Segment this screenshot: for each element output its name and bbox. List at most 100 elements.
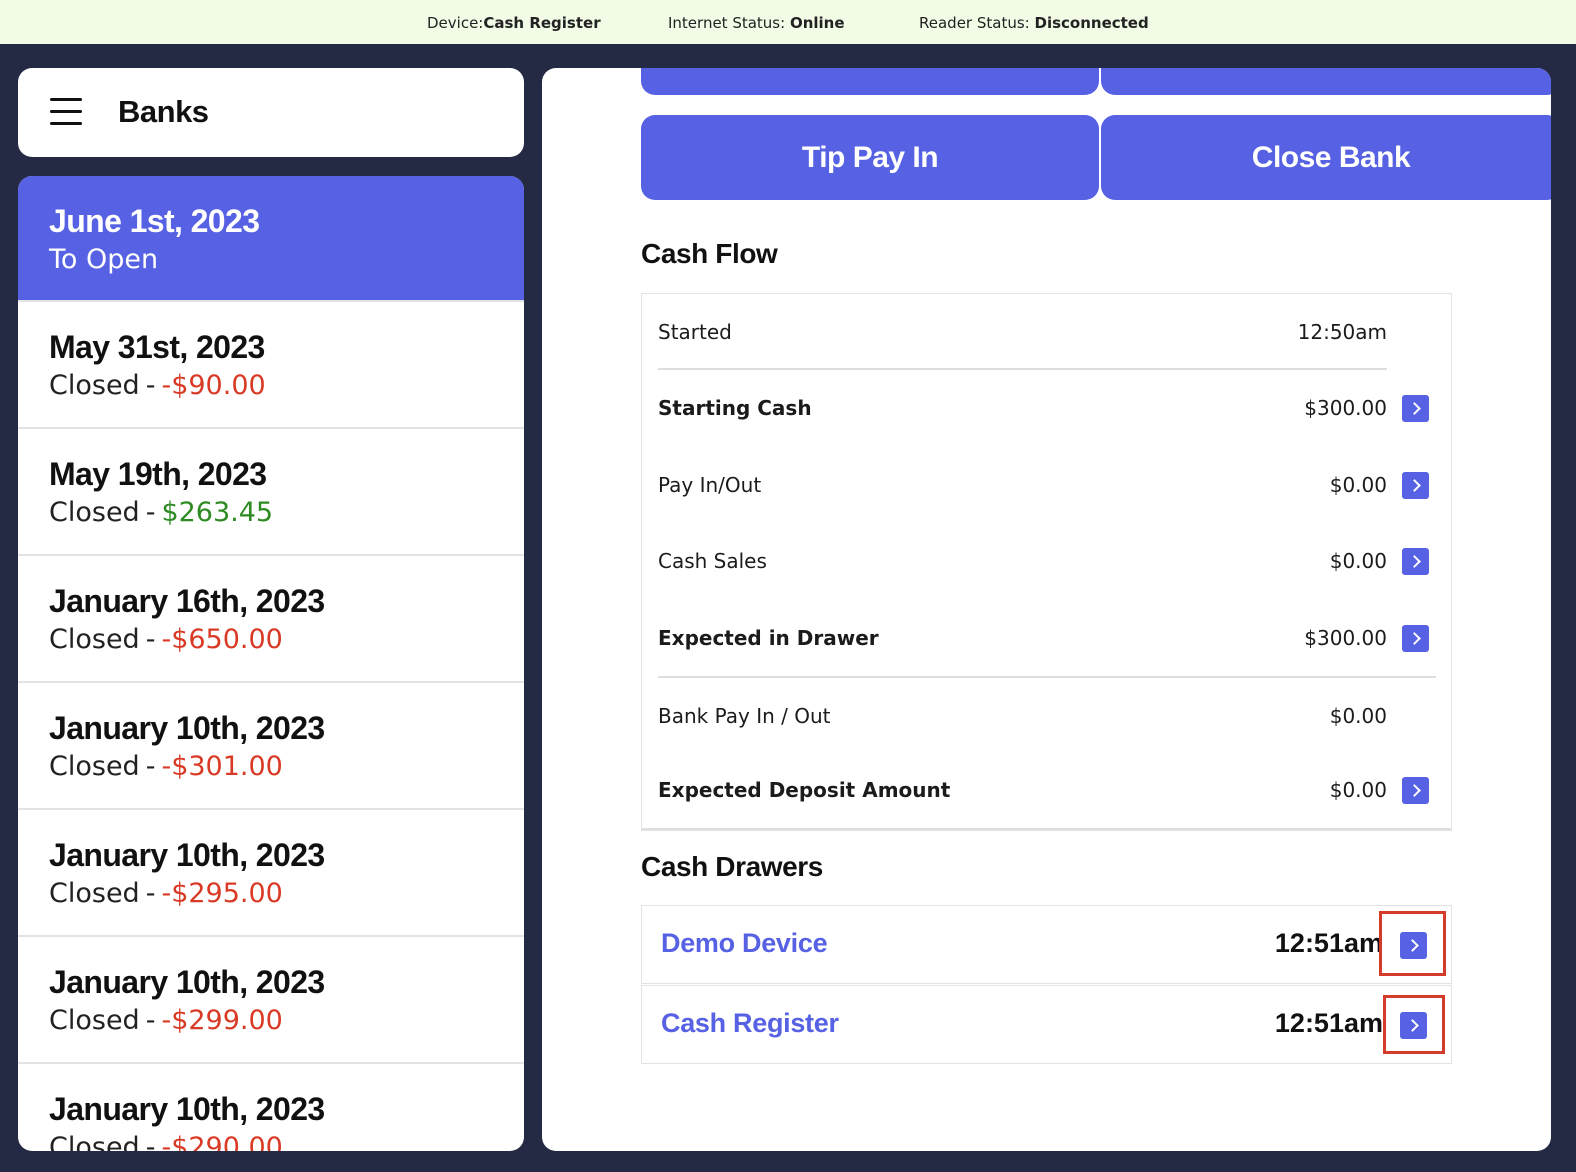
bank-status-separator: - <box>145 878 156 909</box>
bank-list-item[interactable]: January 10th, 2023 Closed - -$299.00 <box>18 937 524 1064</box>
bank-date: June 1st, 2023 <box>49 203 260 239</box>
device-status: Device:Cash Register <box>427 14 601 32</box>
bank-amount: $263.45 <box>161 497 274 528</box>
bank-status: Closed - -$299.00 <box>49 1001 524 1041</box>
bank-list-item[interactable]: January 10th, 2023 Closed - -$295.00 <box>18 810 524 937</box>
internet-status: Internet Status: Online <box>668 14 845 32</box>
bank-date: May 31st, 2023 <box>49 329 265 365</box>
cash-drawer-row-demo-device[interactable]: Demo Device 12:51am <box>641 905 1452 984</box>
cash-flow-value: $0.00 <box>1329 704 1387 728</box>
cash-drawers-title: Cash Drawers <box>641 851 823 882</box>
divider <box>658 368 1387 370</box>
page-title: Banks <box>118 94 209 129</box>
bank-status: Closed - -$650.00 <box>49 620 524 660</box>
bank-status-text: Closed <box>49 624 140 655</box>
banks-list: June 1st, 2023 To Open May 31st, 2023 Cl… <box>18 176 524 1151</box>
scrolled-action-button[interactable] <box>1101 68 1551 95</box>
bank-status-separator: - <box>145 370 156 401</box>
bank-date: January 10th, 2023 <box>49 710 325 746</box>
bank-amount: -$290.00 <box>161 1132 283 1151</box>
highlight-box <box>1383 995 1445 1054</box>
bank-amount: -$299.00 <box>161 1005 283 1036</box>
bank-date: January 10th, 2023 <box>49 1091 325 1127</box>
cash-flow-title: Cash Flow <box>641 238 778 269</box>
reader-status: Reader Status: Disconnected <box>919 14 1149 32</box>
bank-list-item[interactable]: January 16th, 2023 Closed - -$650.00 <box>18 556 524 683</box>
bank-date: January 10th, 2023 <box>49 837 325 873</box>
status-bar: Device:Cash Register Internet Status: On… <box>0 0 1576 44</box>
cash-flow-label: Started <box>658 320 732 344</box>
chevron-right-icon[interactable] <box>1402 395 1429 422</box>
reader-status-label: Reader Status: <box>919 14 1030 32</box>
bank-list-item[interactable]: May 31st, 2023 Closed - -$90.00 <box>18 302 524 429</box>
cash-flow-label: Bank Pay In / Out <box>658 704 831 728</box>
chevron-right-icon[interactable] <box>1402 777 1429 804</box>
bank-date: January 16th, 2023 <box>49 583 325 619</box>
cash-flow-row-bank-pay-in-out: Bank Pay In / Out $0.00 <box>658 696 1438 736</box>
divider <box>658 676 1436 678</box>
bank-status-separator: - <box>145 1005 156 1036</box>
bank-list-item[interactable]: January 10th, 2023 Closed - -$290.00 <box>18 1064 524 1151</box>
bank-status-separator: - <box>145 751 156 782</box>
bank-amount: -$650.00 <box>161 624 283 655</box>
bank-status-separator: - <box>145 624 156 655</box>
cash-flow-row-started: Started 12:50am <box>658 312 1438 352</box>
bank-status: Closed - -$295.00 <box>49 874 524 914</box>
cash-flow-label: Starting Cash <box>658 396 812 420</box>
bank-amount: -$90.00 <box>161 370 266 401</box>
bank-amount: -$295.00 <box>161 878 283 909</box>
cash-flow-row-expected-in-drawer[interactable]: Expected in Drawer $300.00 <box>658 618 1438 658</box>
bank-amount: -$301.00 <box>161 751 283 782</box>
tip-pay-in-button[interactable]: Tip Pay In <box>641 115 1099 200</box>
cash-flow-value: $0.00 <box>1329 473 1387 497</box>
hamburger-menu-icon[interactable] <box>50 98 82 126</box>
bank-status-text: Closed <box>49 370 140 401</box>
cash-flow-row-starting-cash[interactable]: Starting Cash $300.00 <box>658 388 1438 428</box>
cash-flow-label: Expected Deposit Amount <box>658 778 951 802</box>
cash-flow-row-expected-deposit[interactable]: Expected Deposit Amount $0.00 <box>658 770 1438 810</box>
cash-drawer-row-cash-register[interactable]: Cash Register 12:51am <box>641 985 1452 1064</box>
bank-list-item-selected[interactable]: June 1st, 2023 To Open <box>18 176 524 302</box>
cash-flow-value: 12:50am <box>1297 320 1387 344</box>
bank-list-item[interactable]: May 19th, 2023 Closed - $263.45 <box>18 429 524 556</box>
banks-header: Banks <box>18 68 524 157</box>
cash-flow-row-cash-sales[interactable]: Cash Sales $0.00 <box>658 541 1438 581</box>
internet-status-value: Online <box>789 14 845 32</box>
bank-list-item[interactable]: January 10th, 2023 Closed - -$301.00 <box>18 683 524 810</box>
device-status-label: Device: <box>427 14 484 32</box>
reader-status-value: Disconnected <box>1034 14 1149 32</box>
cash-drawer-time: 12:51am <box>1274 1008 1383 1038</box>
cash-flow-value: $0.00 <box>1329 549 1387 573</box>
bank-date: May 19th, 2023 <box>49 456 267 492</box>
bank-status: Closed - -$90.00 <box>49 366 524 406</box>
chevron-right-icon[interactable] <box>1402 625 1429 652</box>
device-status-value: Cash Register <box>483 14 601 32</box>
cash-flow-label: Pay In/Out <box>658 473 762 497</box>
bank-status: Closed - $263.45 <box>49 493 524 533</box>
cash-drawer-name[interactable]: Demo Device <box>661 928 828 959</box>
bank-status-text: Closed <box>49 497 140 528</box>
bank-status-separator: - <box>145 1132 156 1151</box>
bank-status-text: Closed <box>49 751 140 782</box>
chevron-right-icon[interactable] <box>1402 472 1429 499</box>
cash-flow-value: $0.00 <box>1329 778 1387 802</box>
bank-date: January 10th, 2023 <box>49 964 325 1000</box>
bank-status: To Open <box>49 244 159 275</box>
cash-flow-value: $300.00 <box>1304 396 1387 420</box>
chevron-right-icon[interactable] <box>1402 548 1429 575</box>
internet-status-label: Internet Status: <box>668 14 786 32</box>
highlight-box <box>1379 911 1446 976</box>
cash-flow-row-pay-in-out[interactable]: Pay In/Out $0.00 <box>658 465 1438 505</box>
bank-status-text: Closed <box>49 1132 140 1151</box>
bank-status: Closed - -$301.00 <box>49 747 524 787</box>
bank-detail-panel: Tip Pay In Close Bank Cash Flow Started … <box>542 68 1551 1151</box>
divider <box>642 828 1451 830</box>
cash-flow-label: Expected in Drawer <box>658 626 879 650</box>
cash-drawer-time: 12:51am <box>1274 928 1383 958</box>
close-bank-button[interactable]: Close Bank <box>1101 115 1551 200</box>
bank-status: Closed - -$290.00 <box>49 1128 524 1151</box>
cash-drawer-name[interactable]: Cash Register <box>661 1008 839 1039</box>
bank-status-text: Closed <box>49 878 140 909</box>
scrolled-action-button[interactable] <box>641 68 1099 95</box>
bank-status-text: Closed <box>49 1005 140 1036</box>
